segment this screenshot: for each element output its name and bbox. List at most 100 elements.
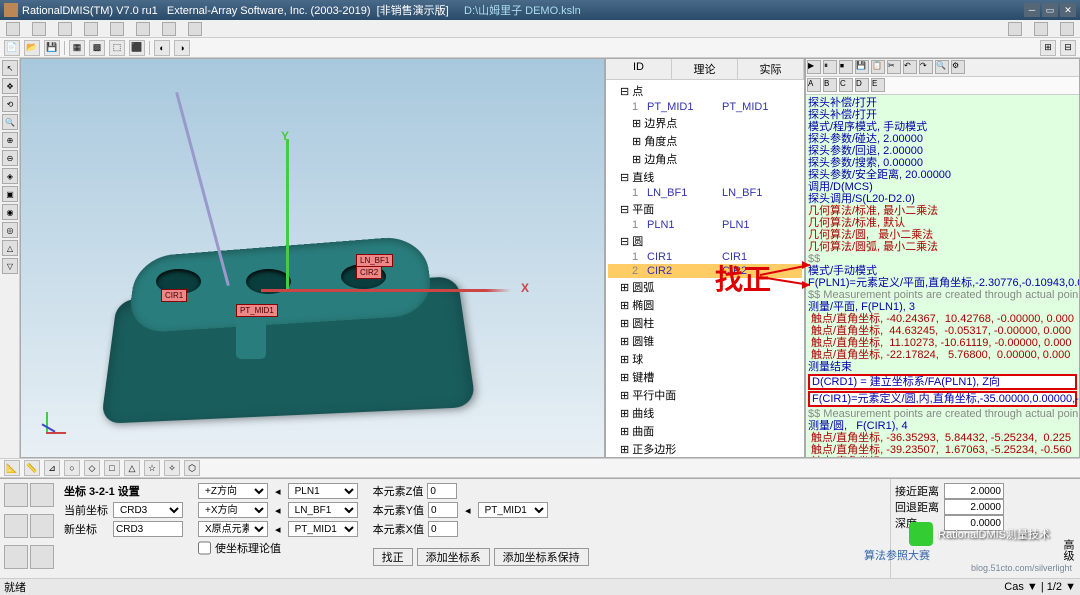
code-tool2-icon[interactable]: B [823, 78, 837, 92]
vtool-icon[interactable]: ⟲ [2, 96, 18, 112]
code-line[interactable]: 测量/圆, F(CIR1), 4 [808, 420, 1077, 432]
tree-node[interactable]: ⊞ 球 [608, 350, 802, 368]
tree-node[interactable]: ⊞ 键槽 [608, 368, 802, 386]
menu-icon[interactable] [162, 22, 176, 36]
tree-node[interactable]: ⊞ 曲面 [608, 422, 802, 440]
code-tool2-icon[interactable]: E [871, 78, 885, 92]
tool-icon[interactable]: ⊟ [1060, 40, 1076, 56]
menu-icon[interactable] [136, 22, 150, 36]
menu-icon[interactable] [1060, 22, 1074, 36]
dmis-code-view[interactable]: 探头补偿/打开探头补偿/打开模式/程序模式, 手动模式探头参数/碰达, 2.00… [806, 95, 1079, 457]
close-button[interactable]: ✕ [1060, 3, 1076, 17]
code-line[interactable]: 几何算法/圆, 最小二乘法 [808, 229, 1077, 241]
code-line[interactable]: F(PLN1)=元素定义/平面,直角坐标,-2.30776,-0.10943,0… [808, 277, 1077, 289]
tool-save-icon[interactable]: 💾 [44, 40, 60, 56]
btool-icon[interactable]: ⊿ [44, 460, 60, 476]
tool-icon[interactable]: ◑ [174, 40, 190, 56]
code-line[interactable]: 测量/平面, F(PLN1), 3 [808, 301, 1077, 313]
zdir-feat-select[interactable]: PLN1 [288, 483, 358, 499]
vtool-icon[interactable]: ◎ [2, 222, 18, 238]
menu-icon[interactable] [1008, 22, 1022, 36]
menu-icon[interactable] [84, 22, 98, 36]
code-line[interactable]: 探头参数/碰达, 2.00000 [808, 133, 1077, 145]
tool-new-icon[interactable]: 📄 [4, 40, 20, 56]
tree-col-id[interactable]: ID [606, 59, 672, 79]
code-line[interactable]: 探头参数/安全距离, 20.00000 [808, 169, 1077, 181]
tree-node[interactable]: ⊞ 圆锥 [608, 332, 802, 350]
xdir-select[interactable]: +X方向 [198, 502, 268, 518]
menu-icon[interactable] [6, 22, 20, 36]
btool-icon[interactable]: ◇ [84, 460, 100, 476]
tool-open-icon[interactable]: 📂 [24, 40, 40, 56]
current-coord-select[interactable]: CRD3 [113, 502, 183, 518]
code-line[interactable]: 触点/直角坐标, -40.24367, 10.42768, -0.00000, … [808, 313, 1077, 325]
btool-cube-icon[interactable] [30, 514, 54, 538]
code-line[interactable]: 几何算法/圆弧, 最小二乘法 [808, 241, 1077, 253]
btool-cube-icon[interactable] [4, 545, 28, 569]
code-tool-icon[interactable]: 📋 [871, 60, 885, 74]
tree-node[interactable]: ⊞ 正多边形 [608, 440, 802, 457]
vtool-icon[interactable]: ↖ [2, 60, 18, 76]
code-tool-icon[interactable]: ⏸ [823, 60, 837, 74]
tree-node[interactable]: ⊟ 点 [608, 82, 802, 100]
tree-node[interactable]: ⊞ 椭圆 [608, 296, 802, 314]
tree-node[interactable]: ⊟ 平面 [608, 200, 802, 218]
feature-tag-cir2[interactable]: CIR2 [356, 266, 382, 279]
approach-input[interactable] [944, 483, 1004, 499]
vtool-icon[interactable]: ⊖ [2, 150, 18, 166]
code-line[interactable]: 触点/直角坐标, 44.63245, -0.05317, -0.00000, 0… [808, 325, 1077, 337]
btool-icon[interactable]: 📐 [4, 460, 20, 476]
vtool-icon[interactable]: ▣ [2, 186, 18, 202]
retract-input[interactable] [944, 499, 1004, 515]
vtool-icon[interactable]: 🔍 [2, 114, 18, 130]
code-line[interactable]: $$ Measurement points are created throug… [808, 289, 1077, 301]
add-coord-button[interactable]: 添加坐标系 [417, 548, 490, 566]
btool-cube-icon[interactable] [4, 514, 28, 538]
btool-icon[interactable]: △ [124, 460, 140, 476]
tool-icon[interactable]: ⊞ [1040, 40, 1056, 56]
code-line[interactable]: 触点/直角坐标, -22.17824, 5.76800, 0.00000, 0.… [808, 349, 1077, 361]
origin-select[interactable]: X原点元素 [198, 521, 268, 537]
new-coord-input[interactable] [113, 521, 183, 537]
tree-node[interactable]: 1PLN1PLN1 [608, 218, 802, 232]
tool-icon[interactable]: ⬚ [109, 40, 125, 56]
xe-input[interactable] [428, 521, 458, 537]
menu-icon[interactable] [110, 22, 124, 36]
code-tool-icon[interactable]: ▶ [807, 60, 821, 74]
3d-viewport[interactable]: X Y CIR1 PT_MID1 LN_BF1 CIR2 [20, 58, 605, 458]
btool-icon[interactable]: ☆ [144, 460, 160, 476]
ye-input[interactable] [428, 502, 458, 518]
minimize-button[interactable]: ─ [1024, 3, 1040, 17]
tool-icon[interactable]: ▦ [69, 40, 85, 56]
code-line[interactable]: 探头补偿/打开 [808, 97, 1077, 109]
menu-icon[interactable] [188, 22, 202, 36]
vtool-icon[interactable]: ▽ [2, 258, 18, 274]
find-button[interactable]: 找正 [373, 548, 413, 566]
code-line[interactable]: 调用/D(MCS) [808, 181, 1077, 193]
btool-icon[interactable]: 📏 [24, 460, 40, 476]
tool-icon[interactable]: ▩ [89, 40, 105, 56]
code-line[interactable]: 模式/程序模式, 手动模式 [808, 121, 1077, 133]
code-line[interactable]: 几何算法/标准, 默认 [808, 217, 1077, 229]
add-coord-keep-button[interactable]: 添加坐标系保持 [494, 548, 589, 566]
code-line[interactable]: $$ Measurement points are created throug… [808, 408, 1077, 420]
status-right[interactable]: Cas ▼ | 1/2 ▼ [1004, 581, 1076, 593]
vtool-icon[interactable]: △ [2, 240, 18, 256]
btool-cube-icon[interactable] [30, 545, 54, 569]
tree-node[interactable]: ⊞ 边界点 [608, 114, 802, 132]
zdir-select[interactable]: +Z方向 [198, 483, 268, 499]
tree-node[interactable]: 1PT_MID1PT_MID1 [608, 100, 802, 114]
code-line[interactable]: 探头调用/S(L20-D2.0) [808, 193, 1077, 205]
code-tool-icon[interactable]: ↶ [903, 60, 917, 74]
menu-icon[interactable] [1034, 22, 1048, 36]
code-line[interactable]: 探头补偿/打开 [808, 109, 1077, 121]
tree-node[interactable]: ⊞ 曲线 [608, 404, 802, 422]
tool-icon[interactable]: ⬛ [129, 40, 145, 56]
btool-icon[interactable]: □ [104, 460, 120, 476]
tree-col-actual[interactable]: 实际 [738, 59, 804, 79]
maximize-button[interactable]: ▭ [1042, 3, 1058, 17]
code-line[interactable]: F(CIR1)=元素定义/圆,内,直角坐标,-35.00000,0.00000,… [808, 391, 1077, 407]
vtool-icon[interactable]: ◉ [2, 204, 18, 220]
code-line[interactable]: $$ [808, 253, 1077, 265]
origin-feat-select[interactable]: PT_MID1 [288, 521, 358, 537]
